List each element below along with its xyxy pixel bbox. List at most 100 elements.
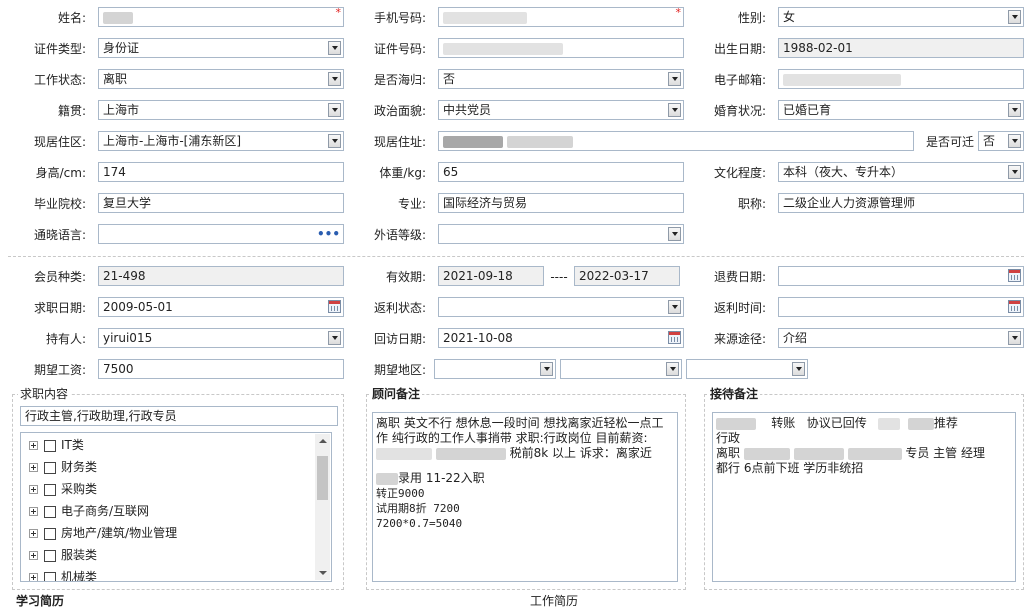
scroll-thumb[interactable] xyxy=(317,456,328,500)
resarea-select[interactable]: 上海市-上海市-[浦东新区] xyxy=(98,131,344,151)
member-type-field[interactable]: 21-498 xyxy=(98,266,344,286)
calendar-icon[interactable] xyxy=(328,300,341,313)
marital-select[interactable]: 已婚已育 xyxy=(778,100,1024,120)
phone-label: 手机号码: xyxy=(373,11,426,25)
tree-item[interactable]: 采购类 xyxy=(29,479,97,499)
idtype-value: 身份证 xyxy=(103,41,140,55)
name-field[interactable]: * xyxy=(98,7,344,27)
tree-scrollbar[interactable] xyxy=(315,434,330,580)
resaddr-field[interactable] xyxy=(438,131,914,151)
visit-date-field[interactable]: 2021-10-08 xyxy=(438,328,684,348)
chevron-down-icon[interactable] xyxy=(1008,165,1021,179)
relocate-label: 是否可迁 xyxy=(925,135,974,149)
redacted-text xyxy=(783,73,901,86)
calendar-icon[interactable] xyxy=(1008,300,1021,313)
jobtitle-field[interactable]: 二级企业人力资源管理师 xyxy=(778,193,1024,213)
major-field[interactable]: 国际经济与贸易 xyxy=(438,193,684,213)
chevron-down-icon[interactable] xyxy=(1008,134,1021,148)
category-checkbox[interactable] xyxy=(44,461,56,474)
expand-plus-icon[interactable] xyxy=(29,529,38,538)
note-line: 离职 专员 主管 经理 xyxy=(716,446,1012,461)
expand-plus-icon[interactable] xyxy=(29,573,38,581)
job-category-tree[interactable]: IT类 财务类 采购类 电子商务/互联网 房地产/建筑/物业管理 服装类机械类 xyxy=(20,432,332,582)
weight-field[interactable]: 65 xyxy=(438,162,684,182)
region-district-select[interactable] xyxy=(686,359,808,379)
expand-plus-icon[interactable] xyxy=(29,507,38,516)
category-checkbox[interactable] xyxy=(44,549,56,562)
calendar-icon[interactable] xyxy=(1008,269,1021,282)
valid-to-field[interactable]: 2022-03-17 xyxy=(574,266,680,286)
birth-field[interactable]: 1988-02-01 xyxy=(778,38,1024,58)
job-wanted-field[interactable]: 行政主管,行政助理,行政专员 xyxy=(20,406,338,426)
region-city-select[interactable] xyxy=(560,359,682,379)
chevron-down-icon[interactable] xyxy=(668,103,681,117)
workstatus-label: 工作状态: xyxy=(33,73,86,87)
chevron-down-icon[interactable] xyxy=(540,362,553,376)
category-checkbox[interactable] xyxy=(44,527,56,540)
expand-plus-icon[interactable] xyxy=(29,485,38,494)
idnum-field[interactable] xyxy=(438,38,684,58)
visit-value: 2021-10-08 xyxy=(443,331,513,345)
chevron-down-icon[interactable] xyxy=(666,362,679,376)
scroll-down-icon[interactable] xyxy=(315,565,330,580)
school-field[interactable]: 复旦大学 xyxy=(98,193,344,213)
height-field[interactable]: 174 xyxy=(98,162,344,182)
scroll-up-icon[interactable] xyxy=(315,434,330,449)
relocate-select[interactable]: 否 xyxy=(978,131,1024,151)
tree-item[interactable]: IT类 xyxy=(29,435,84,455)
overseas-select[interactable]: 否 xyxy=(438,69,684,89)
edu-select[interactable]: 本科（夜大、专升本） xyxy=(778,162,1024,182)
reception-notes[interactable]: 转账 协议已回传 推荐 行政 离职 专员 主管 经理 都行 6点前下班 学历非统… xyxy=(712,412,1016,582)
chevron-down-icon[interactable] xyxy=(328,103,341,117)
category-checkbox[interactable] xyxy=(44,505,56,518)
note-line: 离职 英文不行 想休息一段时间 想找离家近轻松一点工 xyxy=(376,416,664,430)
tree-item[interactable]: 机械类 xyxy=(29,567,97,581)
native-select[interactable]: 上海市 xyxy=(98,100,344,120)
expand-plus-icon[interactable] xyxy=(29,551,38,560)
tree-item[interactable]: 电子商务/互联网 xyxy=(29,501,149,521)
chevron-down-icon[interactable] xyxy=(1008,331,1021,345)
email-field[interactable] xyxy=(778,69,1024,89)
salary-field[interactable]: 7500 xyxy=(98,359,344,379)
jobdate-field[interactable]: 2009-05-01 xyxy=(98,297,344,317)
political-select[interactable]: 中共党员 xyxy=(438,100,684,120)
region-province-select[interactable] xyxy=(434,359,556,379)
rebate-status-select[interactable] xyxy=(438,297,684,317)
tree-item[interactable]: 服装类 xyxy=(29,545,97,565)
chevron-down-icon[interactable] xyxy=(668,300,681,314)
expand-plus-icon[interactable] xyxy=(29,441,38,450)
chevron-down-icon[interactable] xyxy=(792,362,805,376)
chevron-down-icon[interactable] xyxy=(328,331,341,345)
category-checkbox[interactable] xyxy=(44,439,56,452)
jobdate-label: 求职日期: xyxy=(33,301,86,315)
chevron-down-icon[interactable] xyxy=(328,134,341,148)
langlevel-select[interactable] xyxy=(438,224,684,244)
lang-label: 通晓语言: xyxy=(33,228,86,242)
tree-item[interactable]: 财务类 xyxy=(29,457,97,477)
refund-date-field[interactable] xyxy=(778,266,1024,286)
phone-field[interactable]: * xyxy=(438,7,684,27)
chevron-down-icon[interactable] xyxy=(668,227,681,241)
chevron-down-icon[interactable] xyxy=(328,72,341,86)
chevron-down-icon[interactable] xyxy=(668,72,681,86)
advisor-notes[interactable]: 离职 英文不行 想休息一段时间 想找离家近轻松一点工 作 纯行政的工作人事捎带 … xyxy=(372,412,678,582)
tree-item[interactable]: 房地产/建筑/物业管理 xyxy=(29,523,177,543)
holder-select[interactable]: yirui015 xyxy=(98,328,344,348)
category-checkbox[interactable] xyxy=(44,483,56,496)
rebate-time-field[interactable] xyxy=(778,297,1024,317)
valid-from-field[interactable]: 2021-09-18 xyxy=(438,266,544,286)
overseas-value: 否 xyxy=(443,72,456,86)
workstatus-select[interactable]: 离职 xyxy=(98,69,344,89)
lang-field[interactable]: ••• xyxy=(98,224,344,244)
name-label: 姓名: xyxy=(57,11,86,25)
chevron-down-icon[interactable] xyxy=(1008,103,1021,117)
calendar-icon[interactable] xyxy=(668,331,681,344)
more-icon[interactable]: ••• xyxy=(317,225,340,243)
gender-select[interactable]: 女 xyxy=(778,7,1024,27)
source-select[interactable]: 介绍 xyxy=(778,328,1024,348)
chevron-down-icon[interactable] xyxy=(328,41,341,55)
expand-plus-icon[interactable] xyxy=(29,463,38,472)
chevron-down-icon[interactable] xyxy=(1008,10,1021,24)
idtype-select[interactable]: 身份证 xyxy=(98,38,344,58)
category-checkbox[interactable] xyxy=(44,571,56,581)
